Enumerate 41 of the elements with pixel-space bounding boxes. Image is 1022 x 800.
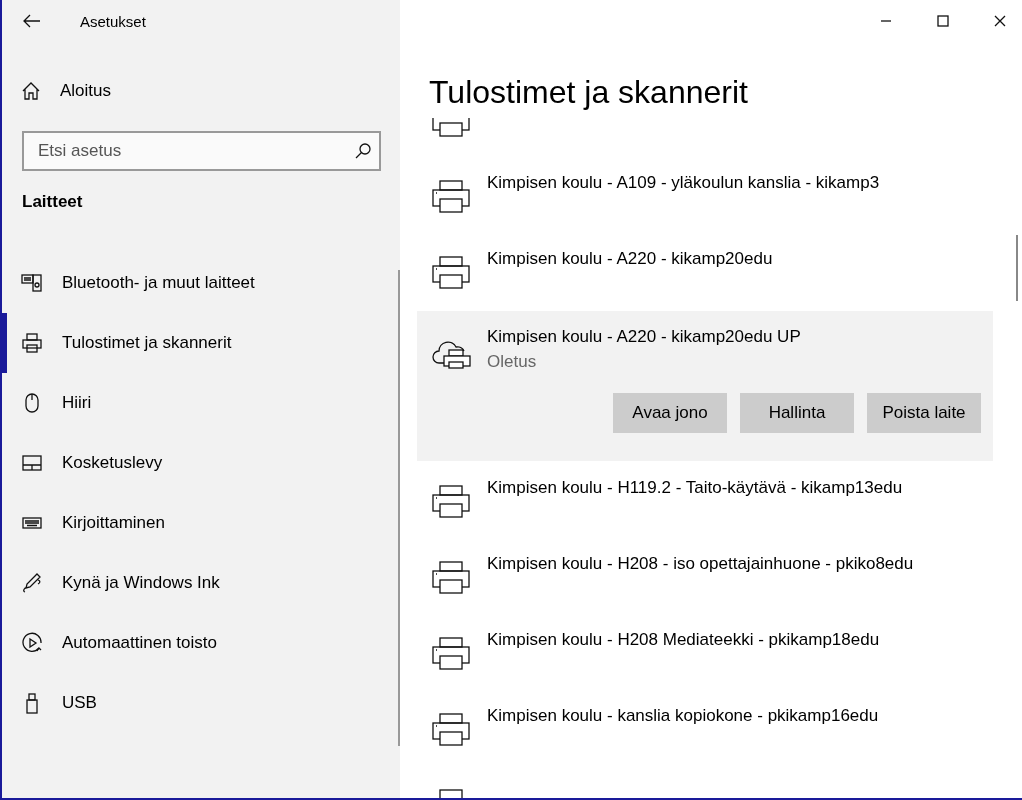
action-button[interactable]: Hallinta [740, 393, 854, 433]
printer-name: Kimpisen koulu - A220 - kikamp20edu [487, 248, 773, 270]
scrollbar-thumb[interactable] [398, 270, 400, 746]
printer-row[interactable]: Kimpisen koulu - A109 - yläkoulun kanslia - kikamp3 [417, 157, 993, 233]
printer-name: Kimpisen koulu - H119.2 - Taito-käytävä - kikamp13edu [487, 477, 903, 499]
home-icon [21, 81, 41, 101]
play-circle-icon [21, 632, 43, 654]
sidebar-item[interactable]: Hiiri [2, 373, 400, 433]
pen-icon [21, 572, 43, 594]
printer-name: Kimpisen koulu - A109 - yläkoulun kanslia - kikamp3 [487, 172, 880, 194]
printer-card[interactable]: Kimpisen koulu - A220 - kikamp20edu UP Oletus Avaa jono Hallinta Poista laite [417, 311, 993, 461]
sidebar-item[interactable]: USB [2, 673, 400, 733]
scrollbar-thumb[interactable] [1016, 235, 1018, 301]
sidebar-item[interactable]: Kosketuslevy [2, 433, 400, 493]
section-heading: Laitteet [22, 192, 84, 212]
action-button[interactable]: Avaa jono [613, 393, 727, 433]
printer-name: Kimpisen koulu - A220 - kikamp20edu UP [487, 326, 801, 348]
printer-name: Kimpisen koulu - H208 - iso opettajainhuone - pkiko8edu [487, 553, 914, 575]
devices-icon [21, 272, 43, 294]
window-title: Asetukset [80, 12, 146, 30]
sidebar-item[interactable]: Bluetooth- ja muut laitteet [2, 253, 400, 313]
printer-name: Kimpisen koulu - H208 Mediateekki - pkikamp18edu [487, 629, 880, 651]
sidebar-item[interactable]: Kynä ja Windows Ink [2, 553, 400, 613]
back-arrow-icon[interactable] [23, 14, 41, 28]
sidebar-item[interactable]: Automaattinen toisto [2, 613, 400, 673]
printer-name: Kimpisen koulu - kanslia kopiokone - pkikamp16edu [487, 705, 879, 727]
close-icon[interactable] [994, 15, 1006, 27]
printer-row[interactable]: Kimpisen koulu - H119.2 - Taito-käytävä - kikamp13edu [417, 462, 993, 538]
printer-row[interactable]: Kimpisen koulu - A220 - kikamp20edu [417, 233, 993, 309]
touchpad-icon [21, 452, 43, 474]
printer-row[interactable]: Kimpisen koulu - H208 - iso opettajainhuone - pkiko8edu [417, 538, 993, 614]
home-link[interactable]: Aloitus [2, 71, 400, 111]
sidebar-item[interactable]: Kirjoittaminen [2, 493, 400, 553]
printer-row[interactable]: Kimpisen koulu - H208 Mediateekki - pkikamp18edu [417, 614, 993, 690]
printer-icon [21, 332, 43, 354]
printer-status: Oletus [487, 351, 538, 373]
action-button[interactable]: Poista laite [867, 393, 981, 433]
maximize-icon[interactable] [937, 15, 949, 27]
search-field[interactable]: Etsi asetus [22, 131, 381, 171]
printer-row[interactable]: Kimpisen koulu - kanslia kopiokone - pkikamp16edu [417, 690, 993, 766]
search-icon [355, 143, 371, 159]
